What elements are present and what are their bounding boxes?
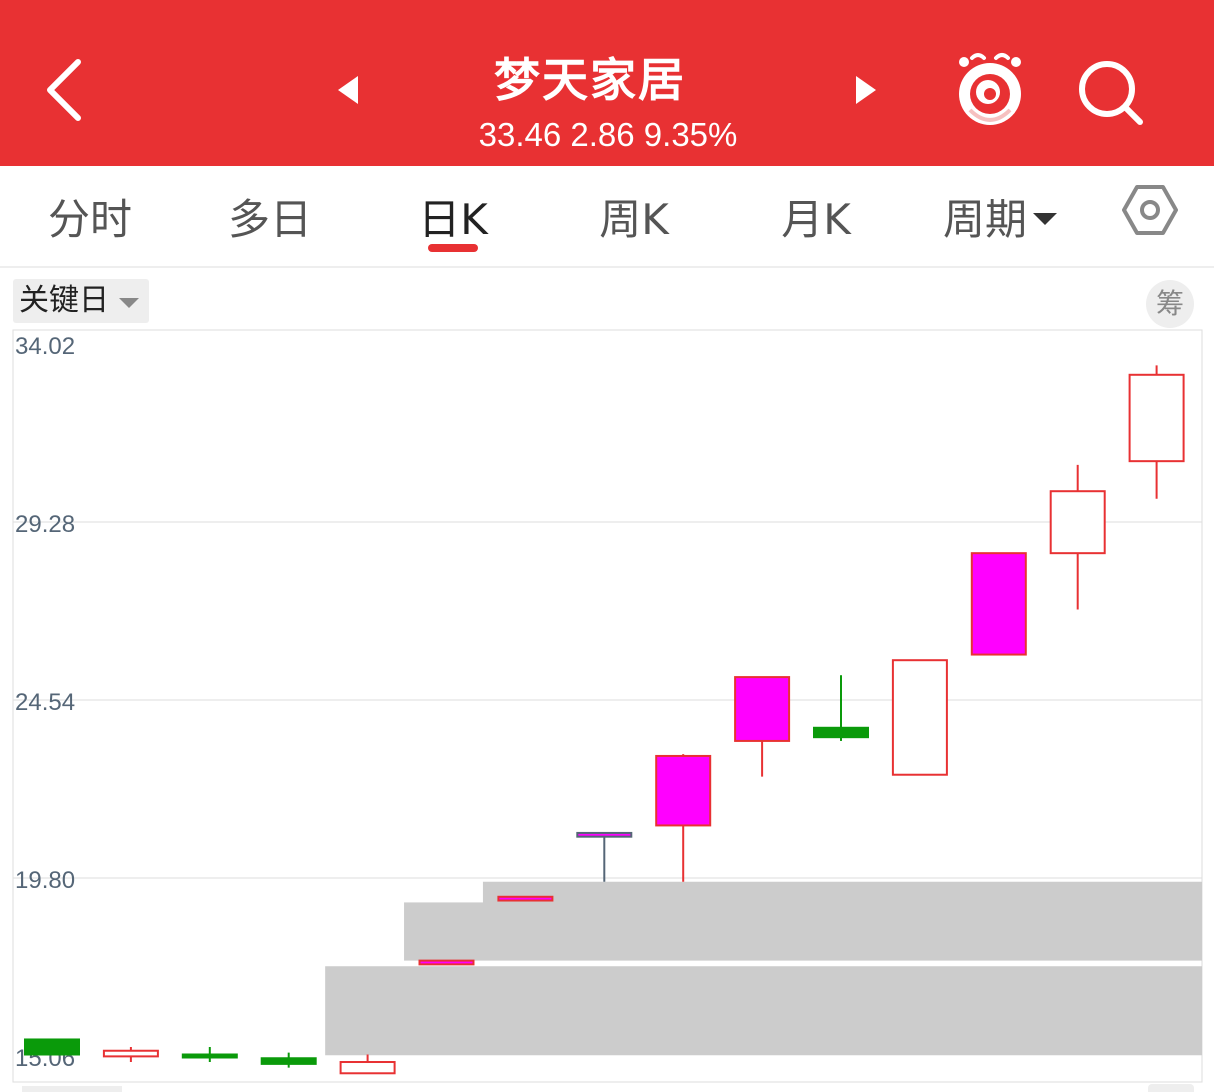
stock-header: 梦天家居 33.46 2.86 9.35% bbox=[0, 0, 1214, 166]
tab-monthly-k[interactable]: 月K bbox=[766, 186, 866, 256]
volume-profile-band bbox=[404, 902, 1202, 961]
candle-body bbox=[1128, 373, 1185, 463]
stock-price: 33.46 bbox=[478, 116, 562, 153]
active-tab-indicator bbox=[428, 244, 478, 252]
stock-change: 2.86 bbox=[570, 116, 635, 153]
triangle-left-icon bbox=[338, 76, 358, 104]
y-tick-label: 24.54 bbox=[15, 689, 75, 716]
candle-body bbox=[734, 676, 791, 742]
back-button[interactable] bbox=[34, 50, 104, 130]
y-tick-label: 19.80 bbox=[15, 867, 75, 894]
candle-body bbox=[339, 1061, 396, 1075]
stock-name: 梦天家居 bbox=[494, 53, 686, 107]
kline-chart-svg: 34.0229.2824.5419.8015.06 bbox=[12, 329, 1203, 1083]
mascot-icon bbox=[959, 53, 1021, 125]
candle-body bbox=[576, 831, 633, 838]
y-tick-label: 29.28 bbox=[15, 511, 75, 538]
kline-chart[interactable]: 34.02 29.28 24.54 19.80 15.06 bbox=[0, 328, 1214, 1092]
key-day-dropdown[interactable]: 关键日 bbox=[13, 279, 149, 323]
stock-change-pct: 9.35% bbox=[643, 116, 738, 153]
key-day-label: 关键日 bbox=[19, 283, 109, 318]
tab-multi-day[interactable]: 多日 bbox=[220, 186, 320, 256]
chevron-left-icon bbox=[47, 59, 81, 121]
next-stock-button[interactable] bbox=[844, 70, 884, 110]
candle-body bbox=[181, 1053, 238, 1059]
search-icon bbox=[1079, 61, 1143, 125]
mascot-button[interactable] bbox=[950, 48, 1030, 132]
candle-body bbox=[1049, 490, 1106, 555]
candle-body bbox=[497, 895, 554, 902]
candle-body bbox=[24, 1038, 80, 1056]
candle-body bbox=[970, 552, 1027, 656]
volume-profile-band bbox=[325, 966, 1202, 1056]
tab-period-dropdown[interactable]: 周期 bbox=[930, 186, 1070, 256]
period-tabs: 分时 多日 日K 周K 月K 周期 bbox=[0, 166, 1214, 268]
tab-period-label: 周期 bbox=[942, 195, 1027, 244]
candle-body bbox=[813, 726, 869, 739]
chart-settings-button[interactable] bbox=[1122, 182, 1178, 238]
bottom-handle bbox=[1148, 1084, 1194, 1092]
candle-body bbox=[260, 1057, 317, 1065]
caret-down-icon bbox=[1033, 212, 1057, 225]
tab-weekly-k[interactable]: 周K bbox=[584, 186, 684, 256]
y-tick-label: 34.02 bbox=[15, 333, 75, 360]
tab-intraday[interactable]: 分时 bbox=[40, 186, 140, 256]
candle-body bbox=[418, 959, 475, 966]
candle-body bbox=[102, 1049, 159, 1058]
hexagon-settings-icon bbox=[1122, 185, 1178, 235]
triangle-right-icon bbox=[856, 76, 876, 104]
caret-down-icon bbox=[119, 298, 139, 308]
bottom-indicator-strip bbox=[22, 1086, 122, 1092]
candle-body bbox=[655, 754, 712, 827]
prev-stock-button[interactable] bbox=[330, 70, 370, 110]
chip-distribution-button[interactable]: 筹 bbox=[1146, 280, 1194, 328]
search-button[interactable] bbox=[1074, 56, 1148, 130]
candle-body bbox=[891, 659, 948, 776]
stock-quote: 33.46 2.86 9.35% bbox=[400, 116, 816, 154]
